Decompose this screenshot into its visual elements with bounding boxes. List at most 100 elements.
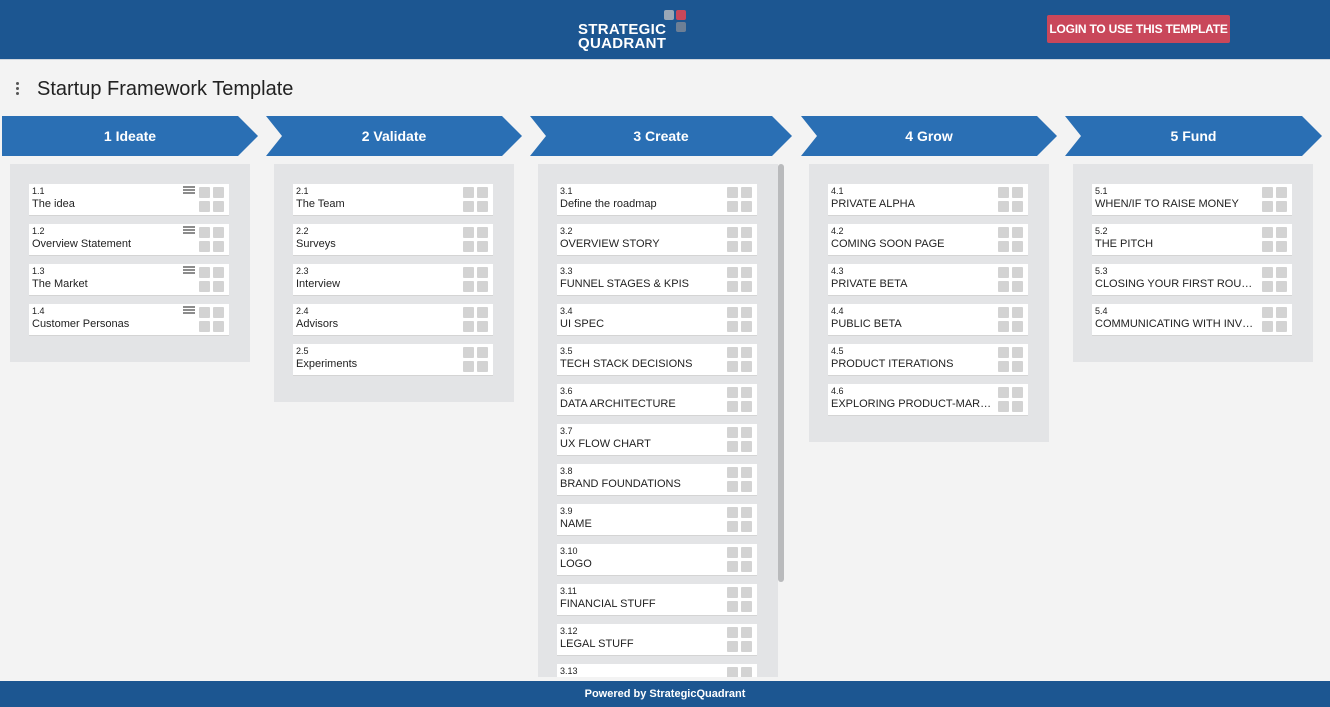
task-card[interactable]: 2.4 Advisors [293, 304, 493, 336]
stage-header-2[interactable]: 2 Validate [266, 116, 522, 156]
task-card[interactable]: 4.2 COMING SOON PAGE [828, 224, 1028, 256]
card-number: 4.6 [831, 386, 844, 396]
card-title: LOGO [560, 558, 592, 570]
task-card[interactable]: 3.10 LOGO [557, 544, 757, 576]
status-grid-icon[interactable] [727, 427, 753, 453]
strategic-quadrant-logo[interactable]: STRATEGIC QUADRANT [578, 10, 694, 52]
card-number: 3.13 [560, 666, 578, 676]
status-grid-icon[interactable] [998, 387, 1024, 413]
task-card[interactable]: 4.3 PRIVATE BETA [828, 264, 1028, 296]
logo-line-2: QUADRANT [578, 35, 667, 52]
kebab-menu-icon[interactable] [13, 82, 21, 98]
stage-header-3[interactable]: 3 Create [530, 116, 792, 156]
task-card[interactable]: 4.6 EXPLORING PRODUCT-MARKET… [828, 384, 1028, 416]
status-grid-icon[interactable] [1262, 267, 1288, 293]
status-grid-icon[interactable] [727, 467, 753, 493]
card-title: PRIVATE BETA [831, 278, 908, 290]
card-number: 2.5 [296, 346, 309, 356]
task-card[interactable]: 4.1 PRIVATE ALPHA [828, 184, 1028, 216]
login-button[interactable]: LOGIN TO USE THIS TEMPLATE [1047, 15, 1230, 43]
task-card[interactable]: 5.1 WHEN/IF TO RAISE MONEY [1092, 184, 1292, 216]
stage-header-4[interactable]: 4 Grow [801, 116, 1057, 156]
task-card[interactable]: 3.3 FUNNEL STAGES & KPIS [557, 264, 757, 296]
status-grid-icon[interactable] [727, 227, 753, 253]
task-card[interactable]: 5.4 COMMUNICATING WITH INVES… [1092, 304, 1292, 336]
status-grid-icon[interactable] [463, 187, 489, 213]
stage-header-1[interactable]: 1 Ideate [2, 116, 258, 156]
status-grid-icon[interactable] [199, 267, 225, 293]
task-card[interactable]: 3.7 UX FLOW CHART [557, 424, 757, 456]
task-card[interactable]: 2.3 Interview [293, 264, 493, 296]
task-card[interactable]: 3.5 TECH STACK DECISIONS [557, 344, 757, 376]
list-icon[interactable] [183, 306, 195, 316]
status-grid-icon[interactable] [199, 307, 225, 333]
status-grid-icon[interactable] [727, 667, 753, 677]
card-number: 3.6 [560, 386, 573, 396]
status-grid-icon[interactable] [727, 187, 753, 213]
task-card[interactable]: 1.1 The idea [29, 184, 229, 216]
card-number: 3.11 [560, 586, 577, 596]
task-card[interactable]: 1.2 Overview Statement [29, 224, 229, 256]
task-card[interactable]: 3.9 NAME [557, 504, 757, 536]
card-title: TECH STACK DECISIONS [560, 358, 693, 370]
status-grid-icon[interactable] [727, 387, 753, 413]
task-card[interactable]: 3.8 BRAND FOUNDATIONS [557, 464, 757, 496]
status-grid-icon[interactable] [727, 347, 753, 373]
task-card[interactable]: 3.1 Define the roadmap [557, 184, 757, 216]
list-icon[interactable] [183, 226, 195, 236]
task-card[interactable]: 1.4 Customer Personas [29, 304, 229, 336]
status-grid-icon[interactable] [463, 307, 489, 333]
logo-square-icon [676, 10, 686, 20]
status-grid-icon[interactable] [727, 627, 753, 653]
task-card[interactable]: 5.3 CLOSING YOUR FIRST ROUND [1092, 264, 1292, 296]
status-grid-icon[interactable] [463, 227, 489, 253]
card-number: 1.3 [32, 266, 45, 276]
task-card[interactable]: 3.4 UI SPEC [557, 304, 757, 336]
task-card[interactable]: 4.5 PRODUCT ITERATIONS [828, 344, 1028, 376]
status-grid-icon[interactable] [1262, 187, 1288, 213]
task-card[interactable]: 5.2 THE PITCH [1092, 224, 1292, 256]
card-title: BRAND FOUNDATIONS [560, 478, 681, 490]
status-grid-icon[interactable] [1262, 307, 1288, 333]
card-title: FUNNEL STAGES & KPIS [560, 278, 689, 290]
status-grid-icon[interactable] [463, 347, 489, 373]
column-scrollbar[interactable] [778, 164, 784, 582]
card-number: 2.3 [296, 266, 309, 276]
task-card[interactable]: 4.4 PUBLIC BETA [828, 304, 1028, 336]
list-icon[interactable] [183, 266, 195, 276]
status-grid-icon[interactable] [463, 267, 489, 293]
status-grid-icon[interactable] [199, 187, 225, 213]
status-grid-icon[interactable] [998, 347, 1024, 373]
status-grid-icon[interactable] [1262, 227, 1288, 253]
stage-column-4: 4.1 PRIVATE ALPHA 4.2 COMING SOON PAGE 4… [809, 164, 1049, 442]
status-grid-icon[interactable] [998, 267, 1024, 293]
status-grid-icon[interactable] [998, 227, 1024, 253]
status-grid-icon[interactable] [998, 187, 1024, 213]
task-card[interactable]: 3.12 LEGAL STUFF [557, 624, 757, 656]
task-card[interactable]: 3.6 DATA ARCHITECTURE [557, 384, 757, 416]
task-card[interactable]: 3.2 OVERVIEW STORY [557, 224, 757, 256]
card-number: 3.7 [560, 426, 573, 436]
task-card[interactable]: 2.1 The Team [293, 184, 493, 216]
task-card[interactable]: 3.13 [557, 664, 757, 677]
status-grid-icon[interactable] [199, 227, 225, 253]
card-title: DATA ARCHITECTURE [560, 398, 676, 410]
task-card[interactable]: 2.2 Surveys [293, 224, 493, 256]
card-title: Customer Personas [32, 318, 130, 330]
status-grid-icon[interactable] [727, 587, 753, 613]
stage-column-5: 5.1 WHEN/IF TO RAISE MONEY 5.2 THE PITCH… [1073, 164, 1313, 362]
status-grid-icon[interactable] [998, 307, 1024, 333]
task-card[interactable]: 1.3 The Market [29, 264, 229, 296]
task-card[interactable]: 3.11 FINANCIAL STUFF [557, 584, 757, 616]
task-card[interactable]: 2.5 Experiments [293, 344, 493, 376]
card-title: OVERVIEW STORY [560, 238, 660, 250]
list-icon[interactable] [183, 186, 195, 196]
status-grid-icon[interactable] [727, 307, 753, 333]
status-grid-icon[interactable] [727, 507, 753, 533]
status-grid-icon[interactable] [727, 267, 753, 293]
stage-header-5[interactable]: 5 Fund [1065, 116, 1322, 156]
card-title: PRODUCT ITERATIONS [831, 358, 954, 370]
logo-square-icon [676, 22, 686, 32]
status-grid-icon[interactable] [727, 547, 753, 573]
card-title: PUBLIC BETA [831, 318, 902, 330]
